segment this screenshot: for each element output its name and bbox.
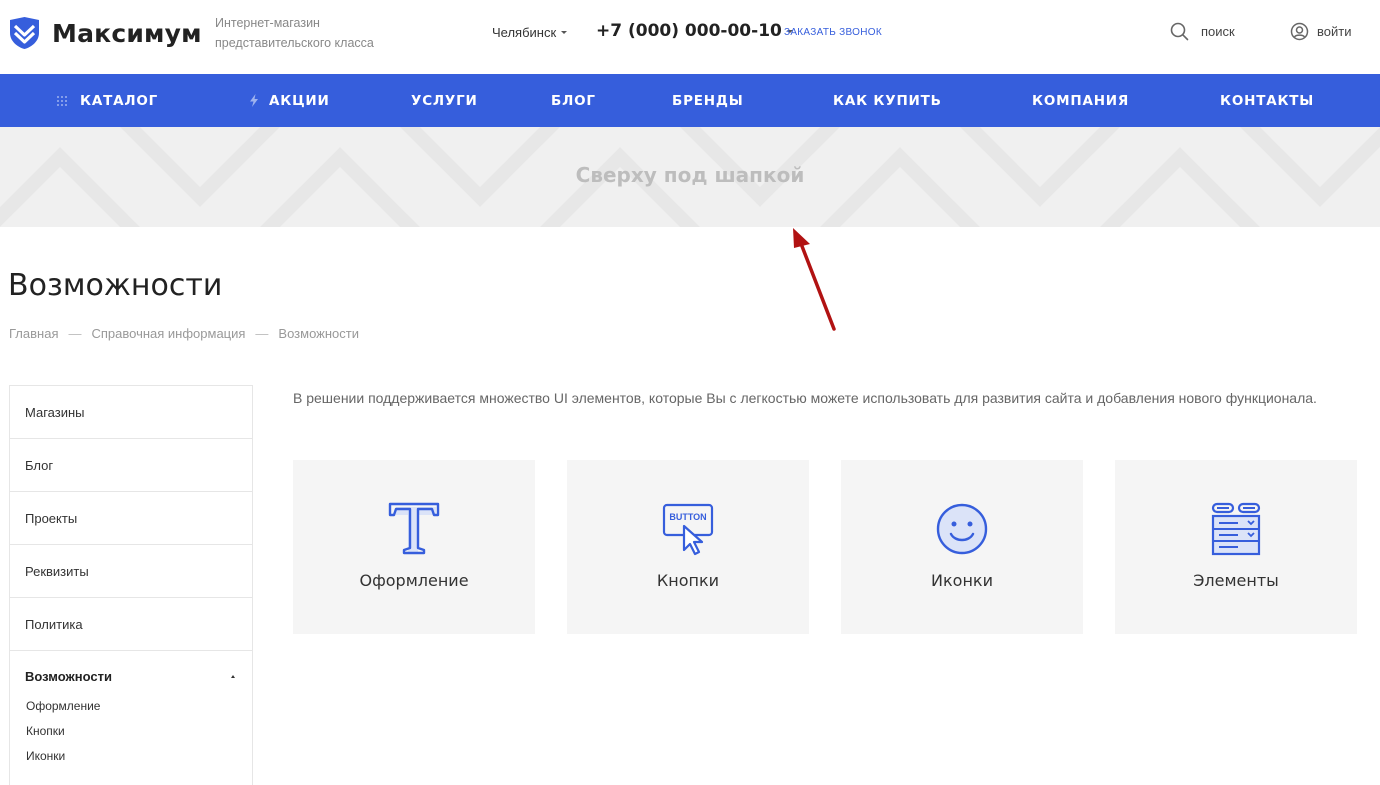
nav-item-brands[interactable]: БРЕНДЫ [672,74,744,127]
breadcrumb-separator: — [68,326,82,341]
sidebar-item-features[interactable]: Возможности Оформление Кнопки Иконки [10,651,252,775]
chevron-down-icon [561,31,568,34]
card-icons[interactable]: Иконки [841,460,1083,634]
logo-text: Максимум [52,18,202,48]
nav-item-how-to-buy[interactable]: КАК КУПИТЬ [833,74,942,127]
breadcrumb-info[interactable]: Справочная информация [91,326,245,341]
search-icon [1170,22,1189,41]
sidebar-item-policy[interactable]: Политика [10,598,252,651]
breadcrumb-separator: — [255,326,269,341]
nav-item-catalog[interactable]: КАТАЛОГ [56,74,158,127]
form-elements-icon [1115,502,1357,556]
nav-item-label: КАТАЛОГ [80,92,159,109]
card-label: Элементы [1193,571,1279,590]
phone-number: +7 (000) 000-00-10 [596,21,782,41]
card-design[interactable]: Оформление [293,460,535,634]
top-banner[interactable]: Сверху под шапкой [0,127,1380,227]
breadcrumb-current: Возможности [278,326,359,341]
intro-text: В решении поддерживается множество UI эл… [293,390,1317,406]
grid-icon [56,95,68,107]
sidebar-item-blog[interactable]: Блог [10,439,252,492]
login-label: войти [1317,24,1352,39]
nav-item-label: АКЦИИ [269,92,330,109]
card-label: Иконки [931,571,993,590]
tagline-line-2: представительского класса [215,36,374,50]
sidebar-submenu: Оформление Кнопки Иконки [25,700,237,775]
tagline: Интернет-магазин представительского клас… [215,13,405,53]
sidebar-subitem-design[interactable]: Оформление [26,700,237,725]
breadcrumb: Главная — Справочная информация — Возмож… [9,326,359,341]
main-nav: КАТАЛОГ АКЦИИ УСЛУГИ БЛОГ БРЕНДЫ КАК КУП… [0,74,1380,127]
chevron-up-icon[interactable] [231,675,235,678]
nav-item-company[interactable]: КОМПАНИЯ [1032,74,1129,127]
phone-selector[interactable]: +7 (000) 000-00-10 [596,21,793,41]
sidebar-active-label: Возможности [25,669,112,684]
nav-item-contacts[interactable]: КОНТАКТЫ [1220,74,1314,127]
search-button[interactable]: поиск [1170,22,1235,41]
nav-item-services[interactable]: УСЛУГИ [411,74,478,127]
breadcrumb-home[interactable]: Главная [9,326,58,341]
site-header: Максимум Интернет-магазин представительс… [0,0,1380,74]
sidebar-subitem-buttons[interactable]: Кнопки [26,725,237,750]
tagline-line-1: Интернет-магазин [215,16,320,30]
sidebar-item-stores[interactable]: Магазины [10,386,252,439]
nav-item-blog[interactable]: БЛОГ [551,74,596,127]
card-elements[interactable]: Элементы [1115,460,1357,634]
nav-item-promo[interactable]: АКЦИИ [249,74,330,127]
sidebar-item-projects[interactable]: Проекты [10,492,252,545]
city-selector[interactable]: Челябинск [492,25,568,40]
sidebar-menu: Магазины Блог Проекты Реквизиты Политика… [9,385,253,785]
banner-text: Сверху под шапкой [575,163,805,187]
logo[interactable]: Максимум [8,16,202,50]
card-label: Кнопки [656,571,720,590]
sidebar-item-requisites[interactable]: Реквизиты [10,545,252,598]
login-button[interactable]: войти [1290,22,1351,41]
city-label: Челябинск [492,25,557,40]
button-icon-text: BUTTON [669,512,706,522]
sidebar-subitem-icons[interactable]: Иконки [26,750,237,775]
search-label: поиск [1201,24,1235,39]
typography-icon [293,502,535,556]
callback-link[interactable]: ЗАКАЗАТЬ ЗВОНОК [784,27,882,38]
page-title: Возможности [8,268,223,303]
smiley-icon [841,502,1083,556]
annotation-arrow-icon [793,228,836,331]
button-cursor-icon: BUTTON [567,502,809,556]
shield-logo-icon [10,17,39,49]
lightning-icon [249,94,259,107]
user-icon [1290,22,1309,41]
card-buttons[interactable]: BUTTON Кнопки [567,460,809,634]
card-label: Оформление [359,571,469,590]
